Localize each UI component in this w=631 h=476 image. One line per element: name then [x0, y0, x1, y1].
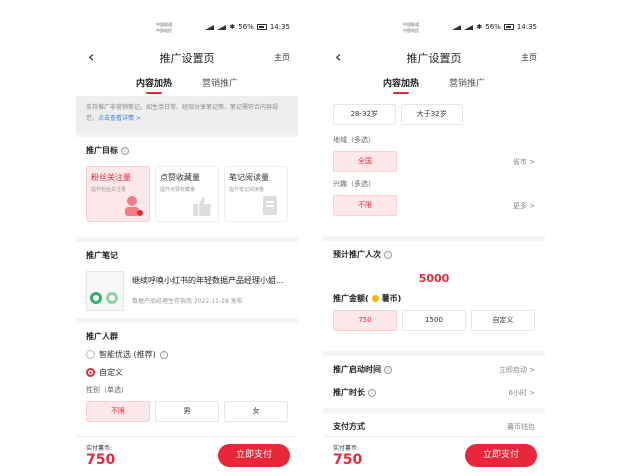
phone-screen-left: 中国联通 中国电信 ✱ 56% 14:35 ‹ 推广设置页 主页 内容加热 营销推… [76, 14, 298, 476]
start-time-row[interactable]: 推广启动时间 i 立即启动 > [333, 364, 535, 375]
info-icon[interactable]: i [159, 350, 168, 359]
tab-bar: 内容加热 营销推广 [323, 69, 545, 96]
gender-male[interactable]: 男 [155, 401, 219, 422]
nav-bar: ‹ 推广设置页 主页 [323, 44, 545, 69]
details-link[interactable]: 点击查看详情 > [98, 115, 141, 122]
note-section: 推广笔记 继续呼唤小红书的年轻数据产品经理小姐... 数据产品经理生存指南 20… [76, 242, 298, 318]
gender-any[interactable]: 不限 [86, 401, 150, 422]
duration-row[interactable]: 推广时长 i 6小时 > [333, 387, 535, 398]
section-title: 推广笔记 [86, 251, 118, 260]
signal-icon [217, 24, 227, 30]
schedule-section: 推广启动时间 i 立即启动 > 推广时长 i 6小时 > [323, 356, 545, 408]
age-28-32[interactable]: 28-32岁 [333, 104, 396, 125]
crowd-option-custom[interactable]: 自定义 [86, 367, 288, 378]
gender-label: 性别（单选） [86, 386, 128, 394]
crowd-option-smart[interactable]: 智能优选 (推荐) i [86, 349, 288, 360]
home-link[interactable]: 主页 [521, 52, 537, 63]
signal-icon [452, 24, 462, 30]
region-nationwide[interactable]: 全国 [333, 151, 397, 172]
battery-percent: 56% [238, 23, 254, 31]
note-item[interactable]: 继续呼唤小红书的年轻数据产品经理小姐... 数据产品经理生存指南 2022-11… [86, 271, 288, 311]
signal-icon [464, 24, 474, 30]
pay-amount: 750 [86, 452, 116, 468]
tab-bar: 内容加热 营销推广 [76, 69, 298, 96]
status-icons: ✱ 56% 14:35 [205, 23, 290, 31]
bluetooth-icon: ✱ [476, 23, 483, 31]
pay-now-button[interactable]: 立即支付 [218, 444, 290, 467]
estimate-value: 5000 [418, 272, 450, 285]
bluetooth-icon: ✱ [229, 23, 236, 31]
nav-bar: ‹ 推广设置页 主页 [76, 44, 298, 69]
section-title: 推广目标 i [86, 145, 288, 156]
battery-percent: 56% [485, 23, 501, 31]
amount-custom[interactable]: 自定义 [471, 310, 535, 331]
clock: 14:35 [269, 23, 290, 31]
section-title: 推广金额(薯币) [333, 294, 402, 303]
note-title: 继续呼唤小红书的年轻数据产品经理小姐... [132, 276, 284, 285]
tab-content-boost[interactable]: 内容加热 [136, 76, 172, 96]
pay-method-label: 支付方式 [333, 422, 365, 431]
pay-now-button[interactable]: 立即支付 [465, 444, 537, 467]
pay-method-value[interactable]: 薯币钱包 [507, 422, 535, 432]
info-icon[interactable]: i [368, 388, 376, 397]
tab-marketing[interactable]: 营销推广 [202, 76, 238, 96]
info-icon[interactable]: i [384, 365, 392, 374]
info-icon[interactable]: i [121, 146, 129, 155]
status-bar: 中国联通 中国电信 ✱ 56% 14:35 [76, 14, 298, 44]
age-over-32[interactable]: 大于32岁 [400, 104, 463, 125]
coin-icon [371, 295, 379, 302]
note-thumbnail [86, 271, 124, 311]
battery-icon [256, 24, 267, 30]
goal-followers[interactable]: 粉丝关注量 提升粉丝关注量 [86, 166, 150, 222]
tab-content-boost[interactable]: 内容加热 [383, 76, 419, 96]
person-icon [125, 196, 143, 216]
interest-label: 兴趣（多选） [333, 180, 375, 188]
carrier-info: 中国联通 中国电信 [156, 22, 172, 33]
tab-marketing[interactable]: 营销推广 [449, 76, 485, 96]
status-icons: ✱ 56% 14:35 [452, 23, 537, 31]
page-title: 推广设置页 [406, 52, 462, 65]
goal-section: 推广目标 i 粉丝关注量 提升粉丝关注量 点赞收藏量 提升点赞收藏量 笔记阅读量 … [76, 137, 298, 237]
document-icon [263, 196, 277, 215]
goal-reads[interactable]: 笔记阅读量 提升笔记阅读量 [224, 166, 288, 222]
signal-icon [205, 24, 215, 30]
pay-amount: 750 [333, 452, 363, 468]
pay-label: 实付薯币: [333, 445, 360, 452]
pay-label: 实付薯币: [86, 445, 113, 452]
note-meta: 数据产品经理生存指南 2022-11-28 发布 [132, 298, 243, 305]
region-label: 地域（多选） [333, 136, 375, 144]
info-icon[interactable]: i [384, 250, 392, 259]
province-link[interactable]: 省市 > [513, 157, 535, 167]
crowd-section: 推广人群 智能优选 (推荐) i 自定义 性别（单选） 不限 男 女 [76, 323, 298, 443]
radio-checked-icon [86, 368, 95, 377]
interest-any[interactable]: 不限 [333, 195, 397, 216]
home-link[interactable]: 主页 [274, 52, 290, 63]
section-title: 推广人群 [86, 332, 118, 341]
status-bar: 中国联通 中国电信 ✱ 56% 14:35 [323, 14, 545, 44]
goal-likes[interactable]: 点赞收藏量 提升点赞收藏量 [155, 166, 219, 222]
section-title: 预计推广人次 i [333, 249, 535, 260]
notice-banner: 支持推广非营销笔记，如生活日常、经验分享笔记等，笔记需符合内容规范，点击查看详情… [76, 96, 298, 132]
pay-bar: 实付薯币: 750 立即支付 [323, 436, 545, 476]
page-title: 推广设置页 [159, 52, 215, 65]
budget-section: 预计推广人次 i 5000 推广金额(薯币) 750 1500 自定义 [323, 241, 545, 351]
audience-section: 28-32岁 大于32岁 地域（多选） 全国 省市 > 兴趣（多选） 不限 更多… [323, 96, 545, 236]
amount-1500[interactable]: 1500 [402, 310, 466, 331]
carrier-info: 中国联通 中国电信 [403, 22, 419, 33]
thumbs-up-icon [193, 197, 211, 216]
battery-icon [503, 24, 514, 30]
gender-female[interactable]: 女 [224, 401, 288, 422]
clock: 14:35 [516, 23, 537, 31]
phone-screen-right: 中国联通 中国电信 ✱ 56% 14:35 ‹ 推广设置页 主页 内容加热 营销推… [323, 14, 545, 476]
pay-bar: 实付薯币: 750 立即支付 [76, 436, 298, 476]
radio-icon [86, 350, 95, 359]
amount-750[interactable]: 750 [333, 310, 397, 331]
more-link[interactable]: 更多 > [513, 201, 535, 211]
